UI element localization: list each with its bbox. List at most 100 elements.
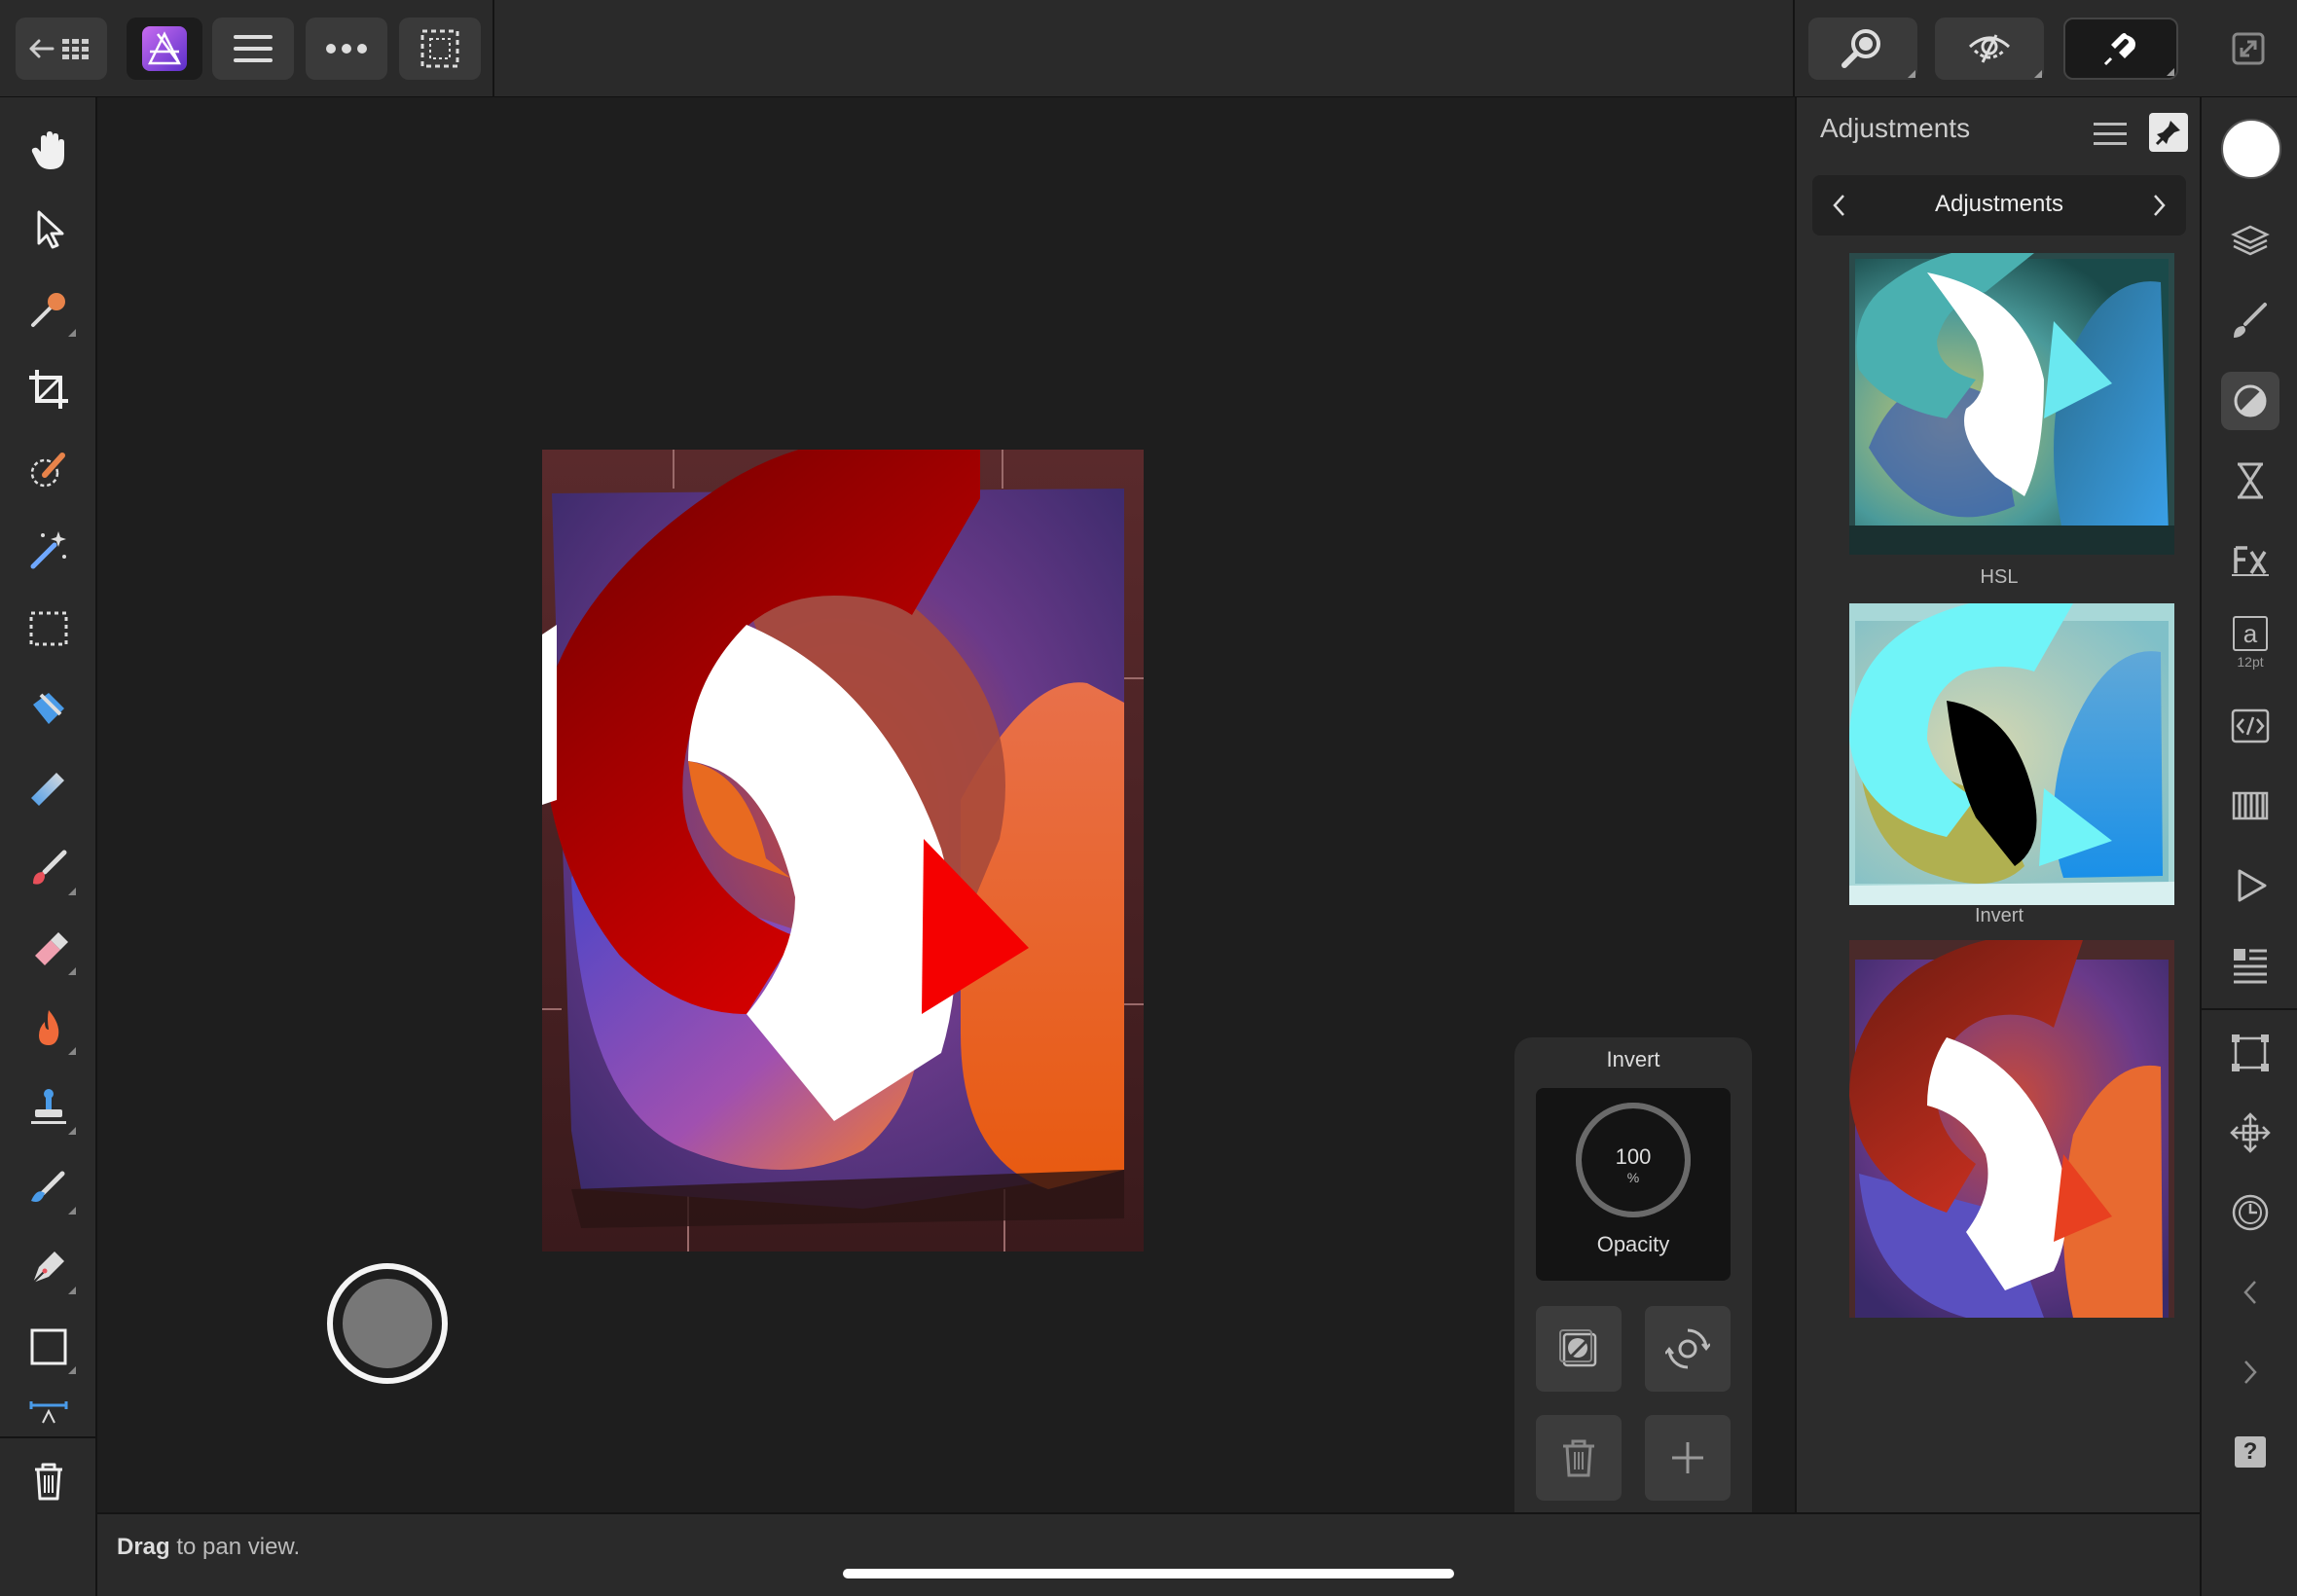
view-hand-tool[interactable] [19,121,78,179]
category-label[interactable]: Adjustments [1859,191,2139,218]
character-icon: a [2233,615,2268,651]
zoom-view-icon [1841,29,1880,68]
adjustments-panel: Adjustments Adjustments HSL Invert [1795,97,2200,1512]
selection-brush-icon [30,453,65,488]
history-studio-button[interactable] [2221,452,2279,510]
adjustment-settings-button[interactable] [1645,1306,1731,1392]
smudge-tool[interactable] [19,1158,78,1216]
affinity-photo-icon [142,26,187,71]
next-category-button[interactable] [2139,185,2178,226]
snapping-button[interactable] [2063,18,2178,80]
prev-studio-button[interactable] [2221,1263,2279,1322]
prev-category-button[interactable] [1820,185,1859,226]
preset-thumbnail-original[interactable] [1849,940,2174,1318]
clone-stamp-tool[interactable] [19,1078,78,1137]
preset-thumbnail-hsl[interactable] [1849,253,2174,555]
zoom-view-button[interactable] [1808,18,1917,80]
channels-icon [2232,791,2269,820]
preset-label: Invert [1974,905,2024,926]
modifier-button-fill [339,1275,436,1372]
adjustments-studio-button[interactable] [2221,372,2279,430]
original-preview-image [1849,940,2174,1318]
back-grid-button[interactable] [16,18,107,80]
transform-studio-button[interactable] [2221,1024,2279,1082]
home-indicator[interactable] [843,1569,1454,1578]
document-menu-button[interactable] [212,18,294,80]
move-tool[interactable] [19,200,78,259]
studio-bar: a 12pt ? [2200,97,2297,1596]
export-studio-button[interactable] [2221,697,2279,755]
add-adjustment-button[interactable] [1645,1415,1731,1501]
opacity-control[interactable]: 100 % Opacity [1536,1088,1731,1281]
gradient-tool[interactable] [19,759,78,817]
hsl-preview-image [1849,253,2174,555]
transform-icon [2232,1034,2269,1071]
selection-button[interactable] [399,18,481,80]
opacity-label: Opacity [1596,1232,1670,1256]
macros-play-icon [2238,869,2267,902]
gradient-icon [31,773,64,806]
selection-brush-tool[interactable] [19,440,78,498]
document-image[interactable] [542,436,1144,1251]
tools-divider [0,1436,95,1438]
dodge-burn-tool[interactable] [19,998,78,1057]
hamburger-menu-icon [234,35,273,62]
crop-tool[interactable] [19,360,78,418]
dropdown-indicator [2167,68,2174,76]
invert-preview-image [1849,603,2174,905]
marquee-tool[interactable] [19,599,78,658]
subtool-indicator [68,1207,76,1215]
flood-fill-tool[interactable] [19,679,78,738]
fx-studio-button[interactable] [2221,531,2279,590]
blend-options-button[interactable] [1536,1306,1622,1392]
move-arrow-icon [37,210,64,249]
next-studio-button[interactable] [2221,1343,2279,1401]
flame-icon [39,1010,59,1045]
rectangle-tool[interactable] [19,1318,78,1376]
subtool-indicator [68,329,76,337]
pin-panel-button[interactable] [2149,113,2188,152]
status-bar: Drag to pan view. [97,1512,2200,1596]
subtool-indicator [68,1366,76,1374]
blend-options-icon [1559,1329,1597,1367]
studio-divider [2202,1008,2297,1010]
macros-studio-button[interactable] [2221,856,2279,915]
help-button[interactable]: ? [2221,1423,2279,1481]
subtool-indicator [68,967,76,975]
dropdown-indicator [1908,70,1915,78]
navigator-studio-button[interactable] [2221,1104,2279,1162]
hide-view-button[interactable] [1935,18,2044,80]
context-title: Invert [1606,1047,1660,1071]
layers-studio-button[interactable] [2221,212,2279,271]
magic-wand-icon [30,531,66,569]
color-swatch[interactable] [2221,119,2281,179]
panel-title: Adjustments [1820,113,1971,143]
text-frame-tool[interactable] [19,1396,78,1425]
modifier-button[interactable] [327,1263,448,1384]
panel-menu-button[interactable] [2091,115,2130,154]
plus-icon [1672,1442,1703,1473]
rectangle-marquee-icon [29,611,68,646]
canvas-area[interactable]: Invert 100 % Opacity [97,97,1795,1512]
timeline-studio-button[interactable] [2221,1183,2279,1242]
magic-wand-tool[interactable] [19,520,78,578]
brushes-studio-button[interactable] [2221,292,2279,350]
paint-brush-tool[interactable] [19,839,78,897]
color-picker-tool[interactable] [19,280,78,339]
export-code-icon [2231,708,2270,744]
clone-stamp-icon [31,1089,66,1124]
delete-button[interactable] [19,1452,78,1510]
character-studio-button[interactable]: a 12pt [2221,603,2279,681]
artwork-image [542,436,1144,1251]
pen-tool[interactable] [19,1238,78,1296]
opacity-value: 100 [1615,1144,1652,1169]
stock-studio-button[interactable] [2221,936,2279,995]
more-button[interactable] [306,18,387,80]
delete-adjustment-button[interactable] [1536,1415,1622,1501]
preset-thumbnail-invert[interactable] [1849,603,2174,905]
app-persona-button[interactable] [127,18,202,80]
top-toolbar [0,0,2297,97]
erase-brush-tool[interactable] [19,919,78,977]
fullscreen-button[interactable] [2217,18,2279,80]
channels-studio-button[interactable] [2221,777,2279,835]
